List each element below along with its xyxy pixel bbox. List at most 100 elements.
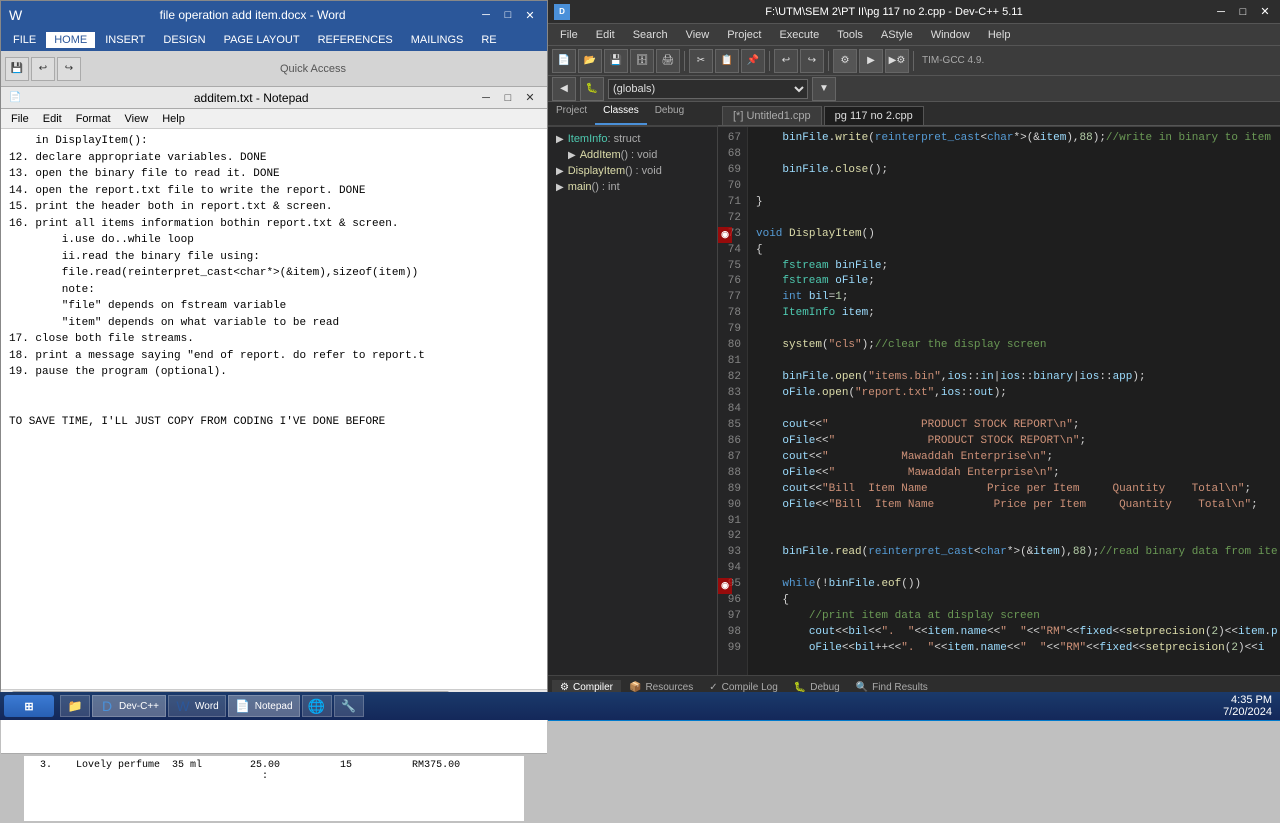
tree-iteminfo[interactable]: ▶ ItemInfo : struct — [552, 131, 713, 147]
notepad-menu-view[interactable]: View — [119, 112, 155, 126]
devcpp-print-btn[interactable]: 🖨 — [656, 49, 680, 73]
devcpp-minimize-button[interactable]: ─ — [1212, 3, 1230, 21]
word-tab-re[interactable]: RE — [473, 32, 504, 48]
devcpp-save-btn[interactable]: 💾 — [604, 49, 628, 73]
devcpp-title: F:\UTM\SEM 2\PT II\pg 117 no 2.cpp - Dev… — [576, 6, 1212, 18]
code-area[interactable]: binFile.write(reinterpret_cast<char*>(&i… — [748, 127, 1280, 675]
word-minimize-button[interactable]: ─ — [477, 6, 495, 24]
devcpp-sidebar-toggle-btn[interactable]: ◀ — [552, 77, 576, 101]
notepad-menu-format[interactable]: Format — [70, 112, 117, 126]
word-close-button[interactable]: ✕ — [521, 6, 539, 24]
taskbar: ⊞ 📁 D Dev-C++ W Word 📄 Notepad 🌐 🔧 4:35 … — [0, 692, 1280, 720]
devcpp-menu-astyle[interactable]: AStyle — [873, 27, 921, 43]
notepad-menu-help[interactable]: Help — [156, 112, 191, 126]
devcpp-close-button[interactable]: ✕ — [1256, 3, 1274, 21]
tree-displayitem[interactable]: ▶ DisplayItem () : void — [552, 163, 713, 179]
devcpp-redo-btn[interactable]: ↪ — [800, 49, 824, 73]
devcpp-tab-untitled[interactable]: [*] Untitled1.cpp — [722, 106, 822, 125]
notepad-menu-edit[interactable]: Edit — [37, 112, 68, 126]
devcpp-sidebar: ▶ ItemInfo : struct ▶ AddItem () : void … — [548, 127, 718, 675]
sidebar-tab-debug[interactable]: Debug — [647, 102, 692, 125]
devcpp-run-btn[interactable]: ▶ — [859, 49, 883, 73]
devcpp-menu-help[interactable]: Help — [980, 27, 1019, 43]
notepad-menu-file[interactable]: File — [5, 112, 35, 126]
devcpp-menubar: File Edit Search View Project Execute To… — [548, 24, 1280, 46]
devcpp-menu-tools[interactable]: Tools — [829, 27, 871, 43]
devcpp-menu-window[interactable]: Window — [923, 27, 978, 43]
notepad-titlebar-controls: ─ □ ✕ — [477, 89, 539, 107]
compilelog-tab-label: Compile Log — [722, 682, 778, 693]
devcpp-undo-btn[interactable]: ↩ — [774, 49, 798, 73]
taskbar-item-apps[interactable]: 🔧 — [334, 695, 364, 717]
devcpp-open-btn[interactable]: 📂 — [578, 49, 602, 73]
devcpp-menu-execute[interactable]: Execute — [771, 27, 827, 43]
notepad-menubar: File Edit Format View Help — [1, 109, 547, 129]
devcpp-code-editor[interactable]: 6768697071 7273747576 7778798081 8283848… — [718, 127, 1280, 675]
devcpp-compilerun-btn[interactable]: ▶⚙ — [885, 49, 909, 73]
devcpp-tab-pg117[interactable]: pg 117 no 2.cpp — [824, 106, 924, 125]
word-ribbon-tabs: FILE HOME INSERT DESIGN PAGE LAYOUT REFE… — [1, 29, 547, 51]
word-redo-btn[interactable]: ↪ — [57, 57, 81, 81]
devcpp-toolbar2: ◀ 🐛 (globals) ▼ — [548, 76, 1280, 102]
notepad-taskbar-icon: 📄 — [235, 698, 251, 714]
tree-expand-icon-main: ▶ — [556, 182, 564, 193]
taskbar-item-devcpp[interactable]: D Dev-C++ — [92, 695, 166, 717]
devcpp-debug-toggle-btn[interactable]: 🐛 — [580, 77, 604, 101]
devcpp-compile-btn[interactable]: ⚙ — [833, 49, 857, 73]
word-tab-home[interactable]: HOME — [46, 32, 95, 48]
sidebar-tab-classes[interactable]: Classes — [595, 102, 647, 125]
devcpp-class-tree: ▶ ItemInfo : struct ▶ AddItem () : void … — [548, 127, 717, 199]
taskbar-item-explorer[interactable]: 📁 — [60, 695, 90, 717]
tree-additem-type: () : void — [621, 149, 658, 161]
tree-expand-icon-displayitem: ▶ — [556, 166, 564, 177]
taskbar-item-chrome[interactable]: 🌐 — [302, 695, 332, 717]
devcpp-saveall-btn[interactable]: 🗄 — [630, 49, 654, 73]
devcpp-menu-project[interactable]: Project — [719, 27, 769, 43]
devcpp-globals-select[interactable]: (globals) — [608, 79, 808, 99]
tree-main[interactable]: ▶ main () : int — [552, 179, 713, 195]
notepad-close-button[interactable]: ✕ — [521, 89, 539, 107]
devcpp-copy-btn[interactable]: 📋 — [715, 49, 739, 73]
tree-additem[interactable]: ▶ AddItem () : void — [552, 147, 713, 163]
devcpp-paste-btn[interactable]: 📌 — [741, 49, 765, 73]
devcpp-taskbar-label: Dev-C++ — [119, 701, 159, 712]
taskbar-start-button[interactable]: ⊞ — [4, 695, 54, 717]
word-tab-insert[interactable]: INSERT — [97, 32, 153, 48]
findresults-icon: 🔍 — [856, 682, 868, 693]
taskbar-clock: 4:35 PM 7/20/2024 — [1219, 694, 1276, 718]
chrome-taskbar-icon: 🌐 — [309, 698, 325, 714]
devcpp-globals-arrow-btn[interactable]: ▼ — [812, 77, 836, 101]
notepad-maximize-button[interactable]: □ — [499, 89, 517, 107]
word-save-btn[interactable]: 💾 — [5, 57, 29, 81]
tree-iteminfo-type: : struct — [607, 133, 640, 145]
devcpp-icon: D — [554, 4, 570, 20]
devcpp-maximize-button[interactable]: □ — [1234, 3, 1252, 21]
word-tab-design[interactable]: DESIGN — [155, 32, 213, 48]
word-tab-layout[interactable]: PAGE LAYOUT — [216, 32, 308, 48]
tree-expand-icon-iteminfo: ▶ — [556, 134, 564, 145]
tree-main-type: () : int — [592, 181, 620, 193]
word-tab-file[interactable]: FILE — [5, 32, 44, 48]
devcpp-menu-edit[interactable]: Edit — [588, 27, 623, 43]
devcpp-cut-btn[interactable]: ✂ — [689, 49, 713, 73]
tree-iteminfo-label: ItemInfo — [568, 133, 608, 145]
word-tab-references[interactable]: REFERENCES — [310, 32, 401, 48]
devcpp-menu-view[interactable]: View — [678, 27, 718, 43]
notepad-minimize-button[interactable]: ─ — [477, 89, 495, 107]
taskbar-date: 7/20/2024 — [1223, 706, 1272, 718]
devcpp-menu-search[interactable]: Search — [625, 27, 676, 43]
resources-icon: 📦 — [629, 682, 641, 693]
taskbar-item-word[interactable]: W Word — [168, 695, 226, 717]
notepad-content[interactable]: in DisplayItem(): 12. declare appropriat… — [1, 129, 547, 753]
devcpp-new-btn[interactable]: 📄 — [552, 49, 576, 73]
word-undo-btn[interactable]: ↩ — [31, 57, 55, 81]
devcpp-menu-file[interactable]: File — [552, 27, 586, 43]
compiler-tab-label: Compiler — [573, 682, 613, 693]
resources-tab-label: Resources — [645, 682, 693, 693]
taskbar-item-notepad[interactable]: 📄 Notepad — [228, 695, 300, 717]
word-tab-mailings[interactable]: MAILINGS — [403, 32, 472, 48]
sidebar-tab-project[interactable]: Project — [548, 102, 595, 125]
word-preview-row: 3. Lovely perfume 35 ml 25.00 15 RM375.0… — [40, 760, 508, 771]
word-maximize-button[interactable]: □ — [499, 6, 517, 24]
code-container: 6768697071 7273747576 7778798081 8283848… — [718, 127, 1280, 675]
